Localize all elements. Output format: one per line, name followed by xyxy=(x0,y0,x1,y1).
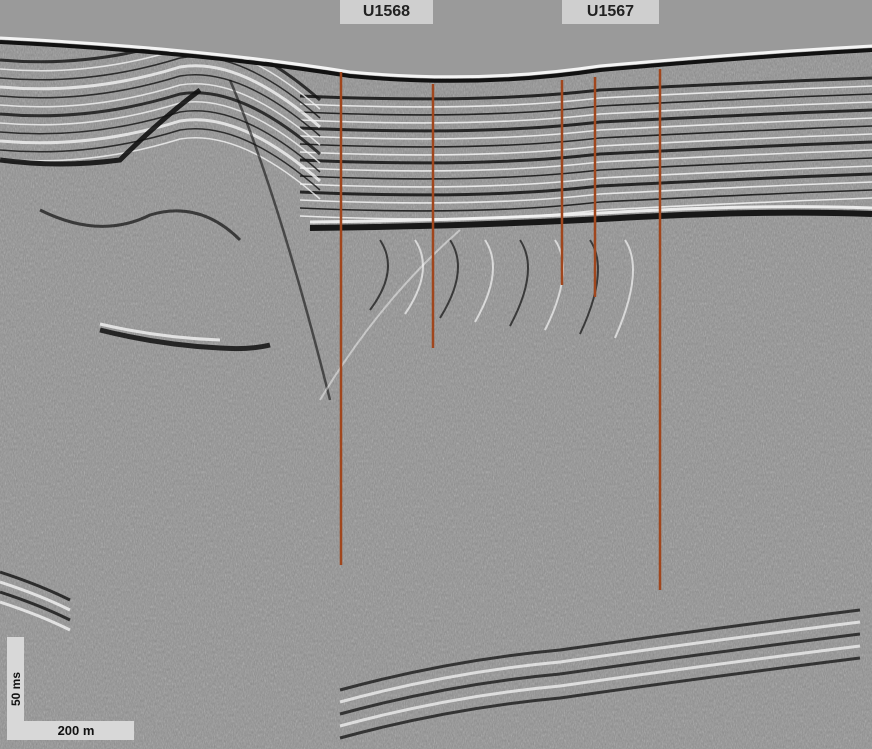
site-label-u1568: U1568 xyxy=(340,0,433,24)
site-label-u1567: U1567 xyxy=(562,0,659,24)
vertical-scale-label: 50 ms xyxy=(8,671,23,706)
seismic-profile xyxy=(0,0,872,749)
horizontal-scale-bar: 200 m xyxy=(18,721,134,740)
seismic-section-view: U1568 U1567 50 ms 200 m xyxy=(0,0,872,749)
subsurface xyxy=(0,38,872,749)
